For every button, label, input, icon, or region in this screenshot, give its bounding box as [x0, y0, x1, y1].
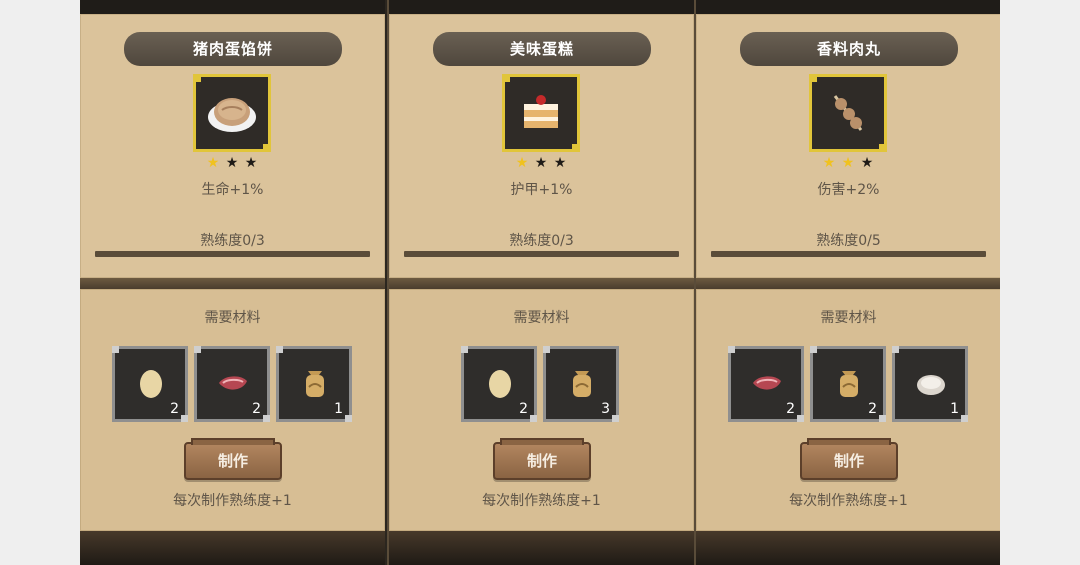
- bottom-frame: [80, 531, 385, 565]
- material-slot-pork[interactable]: 2: [194, 346, 270, 422]
- meatball-skewer-icon: [833, 95, 863, 131]
- bottom-frame: [696, 531, 1000, 565]
- materials-label: 需要材料: [204, 310, 261, 326]
- recipe-info: 美味蛋糕 ★ ★ ★ 护甲+1% 熟练度0/3: [389, 14, 694, 278]
- material-slot-egg[interactable]: 2: [112, 346, 188, 422]
- effect-text: 生命+1%: [201, 182, 264, 198]
- material-slot-salt[interactable]: 1: [892, 346, 968, 422]
- section-divider: [696, 278, 1000, 289]
- star-icon: ★: [206, 155, 221, 171]
- food-frame[interactable]: [809, 74, 887, 152]
- section-divider: [389, 278, 694, 289]
- material-slot-flour[interactable]: 3: [543, 346, 619, 422]
- material-slot-egg[interactable]: 2: [461, 346, 537, 422]
- pork-icon: [219, 376, 247, 390]
- top-frame: [389, 0, 694, 14]
- material-count: 2: [868, 401, 877, 417]
- material-count: 1: [334, 401, 343, 417]
- star-rating: ★ ★ ★: [696, 155, 1000, 171]
- recipe-card-3: 香料肉丸 ★ ★ ★ 伤害+2% 熟练度0/5 需要材料 2 2 1 制作 每次…: [694, 0, 1000, 565]
- star-icon: ★: [841, 155, 856, 171]
- material-slot-flour[interactable]: 1: [276, 346, 352, 422]
- egg-icon: [489, 370, 511, 398]
- effect-text: 伤害+2%: [817, 182, 880, 198]
- mastery-progress-bar: [711, 251, 986, 257]
- star-icon: ★: [244, 155, 259, 171]
- materials-list: 2 3: [461, 346, 621, 424]
- materials-label: 需要材料: [820, 310, 877, 326]
- craft-button[interactable]: 制作: [184, 438, 282, 480]
- craft-note: 每次制作熟练度+1: [482, 493, 601, 509]
- top-frame: [80, 0, 385, 14]
- star-icon: ★: [553, 155, 568, 171]
- recipe-info: 香料肉丸 ★ ★ ★ 伤害+2% 熟练度0/5: [696, 14, 1000, 278]
- star-icon: ★: [860, 155, 875, 171]
- craft-note: 每次制作熟练度+1: [173, 493, 292, 509]
- material-count: 2: [170, 401, 179, 417]
- recipe-card-2: 美味蛋糕 ★ ★ ★ 护甲+1% 熟练度0/3 需要材料 2 3 制作 每次制作…: [387, 0, 694, 565]
- effect-text: 护甲+1%: [510, 182, 573, 198]
- material-slot-pork[interactable]: 2: [728, 346, 804, 422]
- recipe-title: 猪肉蛋馅饼: [124, 32, 342, 66]
- material-count: 1: [950, 401, 959, 417]
- pork-icon: [753, 376, 781, 390]
- recipe-panel: 猪肉蛋馅饼 ★ ★ ★ 生命+1% 熟练度0/3 需要材料 2 2 1 制作 每…: [80, 0, 1000, 565]
- pork-egg-pie-icon: [208, 98, 256, 132]
- recipe-card-1: 猪肉蛋馅饼 ★ ★ ★ 生命+1% 熟练度0/3 需要材料 2 2 1 制作 每…: [80, 0, 385, 565]
- star-icon: ★: [515, 155, 530, 171]
- craft-note: 每次制作熟练度+1: [789, 493, 908, 509]
- material-count: 2: [252, 401, 261, 417]
- star-rating: ★ ★ ★: [80, 155, 385, 171]
- egg-icon: [140, 370, 162, 398]
- mastery-progress-bar: [95, 251, 370, 257]
- mastery-text: 熟练度0/5: [816, 233, 881, 249]
- mastery-text: 熟练度0/3: [200, 233, 265, 249]
- material-count: 3: [601, 401, 610, 417]
- top-frame: [696, 0, 1000, 14]
- flour-sack-icon: [573, 371, 591, 397]
- material-count: 2: [519, 401, 528, 417]
- recipe-info: 猪肉蛋馅饼 ★ ★ ★ 生命+1% 熟练度0/3: [80, 14, 385, 278]
- mastery-progress-bar: [404, 251, 679, 257]
- recipe-title: 香料肉丸: [740, 32, 958, 66]
- star-icon: ★: [822, 155, 837, 171]
- star-rating: ★ ★ ★: [389, 155, 694, 171]
- craft-button[interactable]: 制作: [800, 438, 898, 480]
- section-divider: [80, 278, 385, 289]
- salt-bowl-icon: [917, 375, 945, 395]
- cake-icon: [524, 95, 558, 128]
- food-frame[interactable]: [502, 74, 580, 152]
- recipe-title: 美味蛋糕: [433, 32, 651, 66]
- star-icon: ★: [225, 155, 240, 171]
- flour-sack-icon: [306, 371, 324, 397]
- flour-sack-icon: [840, 371, 858, 397]
- material-count: 2: [786, 401, 795, 417]
- mastery-text: 熟练度0/3: [509, 233, 574, 249]
- materials-list: 2 2 1: [112, 346, 354, 424]
- materials-list: 2 2 1: [728, 346, 970, 424]
- food-frame[interactable]: [193, 74, 271, 152]
- material-slot-flour[interactable]: 2: [810, 346, 886, 422]
- bottom-frame: [389, 531, 694, 565]
- materials-label: 需要材料: [513, 310, 570, 326]
- star-icon: ★: [534, 155, 549, 171]
- craft-button[interactable]: 制作: [493, 438, 591, 480]
